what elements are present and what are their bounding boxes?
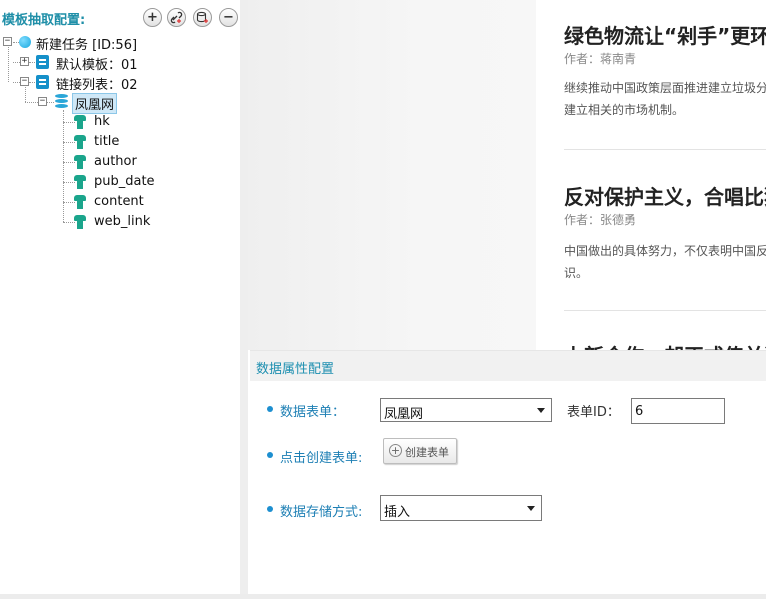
tree-connector: [29, 82, 35, 83]
collapse-toggle[interactable]: −: [3, 37, 12, 46]
dropdown-arrow-icon: [527, 506, 535, 511]
field-icon: [74, 195, 86, 209]
expand-toggle[interactable]: +: [20, 57, 29, 66]
article-list: 绿色物流让“剁手”更环 作者：蒋南青 继续推动中国政策层面推进建立垃圾分 建立相…: [536, 0, 766, 350]
config-header: 数据属性配置: [250, 350, 766, 381]
tree-connector: [13, 82, 20, 83]
remove-node-button[interactable]: −: [219, 8, 238, 27]
plus-icon: +: [147, 10, 158, 25]
field-icon: [74, 115, 86, 129]
tree-node-field[interactable]: pub_date: [94, 174, 155, 189]
collapse-toggle[interactable]: −: [38, 97, 47, 106]
article-author: 作者：张德勇: [564, 213, 637, 227]
template-config-panel: 模板抽取配置: + − − 新建任务 [ID:56] + 默认模板：01 − 链…: [0, 0, 240, 599]
plus-circle-icon: +: [389, 444, 402, 457]
link-plus-icon: [170, 11, 183, 24]
bottom-scroll-strip: [0, 594, 766, 599]
add-link-button[interactable]: [167, 8, 186, 27]
collapse-toggle[interactable]: −: [20, 77, 29, 86]
create-table-button-label: 创建表单: [405, 446, 449, 459]
article-author: 作者：蒋南青: [564, 52, 637, 66]
article-title[interactable]: 上新合作，却正式传并进: [564, 340, 766, 350]
bullet-icon: [267, 406, 273, 412]
storage-mode-selected-value: 插入: [384, 505, 411, 520]
tree-node-field[interactable]: hk: [94, 114, 110, 129]
template-config-header: 模板抽取配置: + −: [0, 0, 240, 34]
article-divider: [564, 310, 766, 311]
tree-connector: [8, 47, 9, 82]
add-node-button[interactable]: +: [143, 8, 162, 27]
bullet-icon: [267, 452, 273, 458]
field-icon: [74, 175, 86, 189]
field-icon: [74, 155, 86, 169]
data-table-select[interactable]: 凤凰网: [380, 398, 552, 422]
database-plus-icon: [196, 11, 208, 23]
tree-node-field[interactable]: title: [94, 134, 119, 149]
tree-node-source[interactable]: 凤凰网: [72, 93, 118, 114]
create-table-button[interactable]: + 创建表单: [383, 438, 457, 464]
tree-node-default-template[interactable]: 默认模板：01: [56, 54, 138, 73]
tree-connector: [13, 62, 20, 63]
template-config-title: 模板抽取配置:: [2, 13, 86, 28]
config-title: 数据属性配置: [256, 362, 335, 377]
panel-divider[interactable]: [240, 0, 248, 599]
article-title[interactable]: 反对保护主义，合唱比独: [564, 181, 766, 210]
create-table-label: 点击创建表单:: [280, 451, 363, 466]
database-icon: [55, 94, 68, 109]
data-table-selected-value: 凤凰网: [384, 407, 424, 422]
globe-icon: [19, 36, 31, 48]
table-id-input[interactable]: [631, 398, 725, 424]
article-title[interactable]: 绿色物流让“剁手”更环: [564, 20, 766, 49]
page-preview: 绿色物流让“剁手”更环 作者：蒋南青 继续推动中国政策层面推进建立垃圾分 建立相…: [248, 0, 766, 350]
storage-mode-select[interactable]: 插入: [380, 495, 542, 521]
data-table-label: 数据表单：: [280, 405, 346, 420]
list-icon: [36, 75, 49, 89]
dropdown-arrow-icon: [537, 408, 545, 413]
tree-connector: [63, 110, 64, 222]
article-divider: [564, 149, 766, 150]
data-attribute-config-panel: 数据属性配置 数据表单： 凤凰网 表单ID： 点击创建表单: + 创建表单 数据…: [250, 350, 766, 599]
minus-icon: −: [223, 10, 234, 25]
tree-node-task[interactable]: 新建任务 [ID:56]: [36, 34, 137, 53]
field-icon: [74, 215, 86, 229]
add-database-button[interactable]: [193, 8, 212, 27]
article-summary: 继续推动中国政策层面推进建立垃圾分 建立相关的市场机制。: [564, 81, 766, 117]
tree-node-field[interactable]: content: [94, 194, 144, 209]
tree-node-field[interactable]: author: [94, 154, 137, 169]
field-icon: [74, 135, 86, 149]
tree-node-link-list[interactable]: 链接列表：02: [56, 74, 138, 93]
storage-mode-label: 数据存储方式:: [280, 505, 363, 520]
tree-connector: [29, 62, 35, 63]
article-summary: 中国做出的具体努力，不仅表明中国反 识。: [564, 244, 766, 280]
tree-connector: [47, 102, 54, 103]
tree-node-field[interactable]: web_link: [94, 214, 150, 229]
table-id-label: 表单ID：: [567, 405, 620, 420]
preview-background: [248, 0, 538, 350]
bullet-icon: [267, 506, 273, 512]
list-icon: [36, 55, 49, 69]
tree-connector: [25, 87, 26, 102]
